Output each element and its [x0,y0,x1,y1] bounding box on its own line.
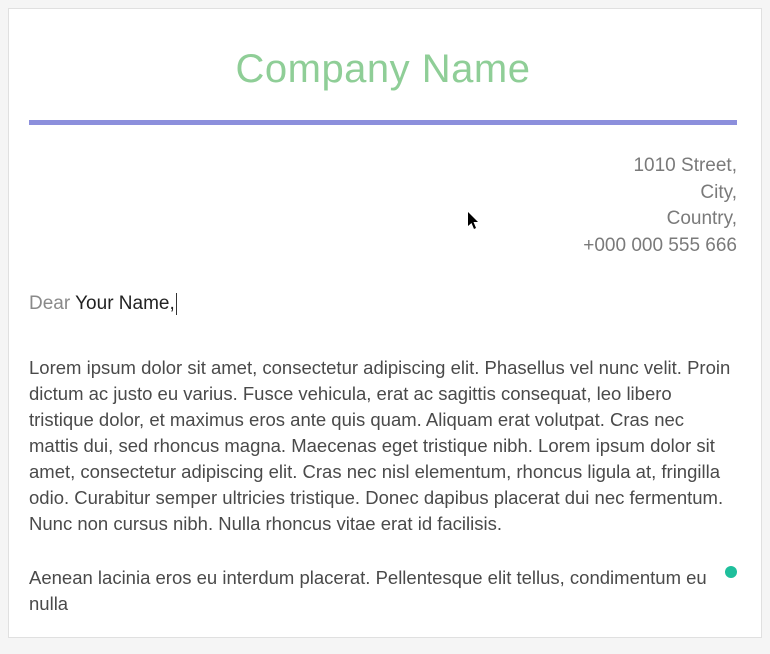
salutation-greeting: Dear [29,293,75,314]
body-paragraph-2[interactable]: Aenean lacinia eros eu interdum placerat… [29,565,737,617]
document-page[interactable]: Company Name 1010 Street, City, Country,… [8,8,762,638]
address-street: 1010 Street, [29,153,737,180]
address-country: Country, [29,206,737,233]
address-city: City, [29,180,737,207]
body-paragraph-1[interactable]: Lorem ipsum dolor sit amet, consectetur … [29,355,737,536]
address-block: 1010 Street, City, Country, +000 000 555… [29,153,737,259]
salutation-line[interactable]: Dear Your Name, [29,293,177,315]
company-title: Company Name [29,47,737,92]
text-cursor [176,293,177,315]
header-divider [29,120,737,125]
fab-indicator[interactable] [725,566,737,578]
address-phone: +000 000 555 666 [29,233,737,260]
salutation-name: Your Name, [75,293,175,314]
